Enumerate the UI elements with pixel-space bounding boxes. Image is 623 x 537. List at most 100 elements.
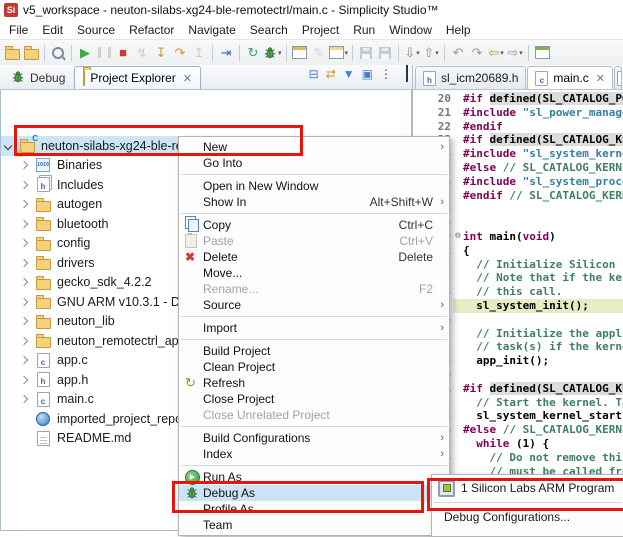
menu-separator <box>181 316 447 317</box>
export-icon[interactable]: ⇧▾ <box>422 43 440 63</box>
forward-icon[interactable]: ⇨▾ <box>506 43 524 63</box>
menu-item-import[interactable]: Import › <box>179 320 449 336</box>
menu-item-source[interactable]: Source› <box>179 297 449 313</box>
menu-item-move[interactable]: Move... <box>179 265 449 281</box>
stop-icon[interactable]: ■ <box>114 43 132 63</box>
delete-icon: ✖ <box>185 250 203 264</box>
menu-item-index[interactable]: Index› <box>179 446 449 462</box>
fold-column <box>453 451 463 465</box>
menu-item-open-in-new-window[interactable]: Open in New Window <box>179 178 449 194</box>
open-folder-icon[interactable] <box>3 43 21 63</box>
close-icon[interactable]: ✕ <box>183 72 192 85</box>
chevron-right-icon[interactable] <box>20 239 28 247</box>
import-icon[interactable]: ⇩▾ <box>403 43 421 63</box>
edit-icon[interactable]: ✎ <box>310 43 328 63</box>
disconnect-icon[interactable]: ↯ <box>133 43 151 63</box>
chevron-right-icon[interactable] <box>20 317 28 325</box>
open-perspective-icon[interactable] <box>291 43 309 63</box>
menu-item-close-unrelated-project[interactable]: Close Unrelated Project <box>179 407 449 423</box>
menu-item-rename[interactable]: Rename...F2 <box>179 281 449 297</box>
step-return-icon[interactable]: ↥ <box>190 43 208 63</box>
menu-item-paste[interactable]: PasteCtrl+V <box>179 233 449 249</box>
menu-item-label: Run As <box>203 470 433 484</box>
menu-item-new[interactable]: New› <box>179 139 449 155</box>
menu-search[interactable]: Search <box>243 21 295 39</box>
menu-navigate[interactable]: Navigate <box>181 21 242 39</box>
menu-item-run-as[interactable]: ▶Run As› <box>179 469 449 485</box>
menu-item-label: Clean Project <box>203 360 433 374</box>
resume-icon[interactable]: ▶ <box>76 43 94 63</box>
chip-icon <box>438 480 455 497</box>
save-icon[interactable] <box>357 43 375 63</box>
new-wizard-icon[interactable]: ▾ <box>329 43 349 63</box>
menu-item-close-project[interactable]: Close Project <box>179 391 449 407</box>
chevron-right-icon[interactable] <box>20 278 28 286</box>
menu-project[interactable]: Project <box>295 21 346 39</box>
tree-item-label: main.c <box>55 392 96 406</box>
step-into-icon[interactable]: ↧ <box>152 43 170 63</box>
view-tab-bar: DebugProject Explorer✕ ⊟ ⇄ ▼ ▣ ⋮ <box>0 65 412 90</box>
chevron-right-icon[interactable] <box>20 356 28 364</box>
menu-source[interactable]: Source <box>70 21 122 39</box>
collapse-all-icon[interactable]: ⊟ <box>309 68 319 80</box>
search-icon[interactable] <box>49 43 67 63</box>
menu-item-build-configurations[interactable]: Build Configurations› <box>179 430 449 446</box>
build-folder-icon[interactable] <box>22 43 40 63</box>
editor-tab-label: main.c <box>553 71 588 85</box>
editor-tab-sl-icm20689-h[interactable]: hsl_icm20689.h <box>415 66 526 89</box>
chevron-right-icon[interactable] <box>20 220 28 228</box>
submenu-item-debug-configurations[interactable]: Debug Configurations... <box>432 506 623 528</box>
view-menu-icon[interactable]: ⋮ <box>380 68 392 80</box>
filter-icon[interactable]: ▼ <box>343 68 355 80</box>
chevron-right-icon[interactable] <box>20 298 28 306</box>
chevron-right-icon[interactable] <box>20 161 28 169</box>
menu-item-build-project[interactable]: Build Project <box>179 343 449 359</box>
close-icon[interactable]: ✕ <box>596 72 605 85</box>
cfile-icon: c <box>35 353 51 368</box>
menu-edit[interactable]: Edit <box>35 21 70 39</box>
menu-item-profile-as[interactable]: Profile As› <box>179 501 449 517</box>
menu-run[interactable]: Run <box>346 21 382 39</box>
menu-item-delete[interactable]: ✖DeleteDelete <box>179 249 449 265</box>
save-all-icon[interactable] <box>376 43 394 63</box>
menu-item-debug-as[interactable]: Debug As› <box>179 485 449 501</box>
menu-item-copy[interactable]: CopyCtrl+C <box>179 217 449 233</box>
tab-project-explorer[interactable]: Project Explorer✕ <box>74 66 201 89</box>
menu-refactor[interactable]: Refactor <box>122 21 181 39</box>
link-with-editor-icon[interactable]: ⇄ <box>326 68 336 80</box>
pause-icon[interactable] <box>95 43 113 63</box>
chevron-right-icon[interactable] <box>20 200 28 208</box>
menu-item-go-into[interactable]: Go Into <box>179 155 449 171</box>
menu-item-show-in[interactable]: Show InAlt+Shift+W› <box>179 194 449 210</box>
editor-tab-stub[interactable]: c <box>614 66 622 89</box>
back-history-icon[interactable]: ↶ <box>449 43 467 63</box>
submenu-item-1-silicon-labs-arm-program[interactable]: 1 Silicon Labs ARM Program <box>432 477 623 499</box>
new-window-icon[interactable] <box>533 43 551 63</box>
menu-item-label: Import <box>203 321 433 335</box>
run-to-line-icon[interactable]: ⇥ <box>217 43 235 63</box>
chevron-right-icon[interactable] <box>20 259 28 267</box>
editor-tab-bar: hsl_icm20689.hcmain.c✕c <box>412 65 623 90</box>
chevron-down-icon[interactable] <box>4 142 12 150</box>
chevron-right-icon[interactable] <box>20 337 28 345</box>
tab-debug[interactable]: Debug <box>2 66 74 89</box>
chevron-right-icon[interactable] <box>20 376 28 384</box>
menu-item-clean-project[interactable]: Clean Project <box>179 359 449 375</box>
menu-item-refresh[interactable]: ↻Refresh <box>179 375 449 391</box>
fold-marker-icon[interactable]: ⊖ <box>453 230 463 244</box>
maximize-icon[interactable] <box>406 68 408 80</box>
focus-icon[interactable]: ▣ <box>362 68 373 80</box>
debug-icon[interactable]: ▾ <box>263 43 282 63</box>
submenu-arrow-icon: › <box>440 322 444 334</box>
chevron-right-icon[interactable] <box>20 395 28 403</box>
tree-item-label: app.h <box>55 373 90 387</box>
back-icon[interactable]: ⇦▾ <box>487 43 505 63</box>
launch-icon[interactable]: ↻ <box>244 43 262 63</box>
menu-file[interactable]: File <box>2 21 35 39</box>
step-over-icon[interactable]: ↷ <box>171 43 189 63</box>
menu-help[interactable]: Help <box>439 21 478 39</box>
menu-window[interactable]: Window <box>382 21 439 39</box>
forward-history-icon[interactable]: ↷ <box>468 43 486 63</box>
editor-tab-main-c[interactable]: cmain.c✕ <box>527 66 613 89</box>
chevron-right-icon[interactable] <box>20 181 28 189</box>
